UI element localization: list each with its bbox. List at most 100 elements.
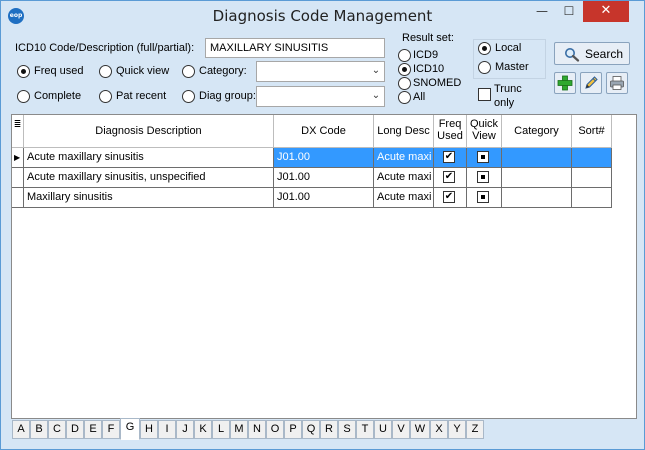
cell-sort[interactable] (572, 188, 612, 208)
quick-view-checkbox[interactable] (477, 171, 489, 183)
tab-y[interactable]: Y (448, 420, 466, 439)
cell-quick-view[interactable] (467, 168, 502, 188)
tab-a[interactable]: A (12, 420, 30, 439)
add-button[interactable] (554, 72, 576, 94)
diag-group-select[interactable]: ⌄ (256, 86, 385, 107)
cell-description[interactable]: Acute maxillary sinusitis, unspecified (24, 168, 274, 188)
col-header-category[interactable]: Category (502, 115, 572, 148)
tab-w[interactable]: W (410, 420, 430, 439)
close-button[interactable]: ✕ (583, 1, 629, 22)
chevron-down-icon: ⌄ (371, 90, 381, 101)
tab-m[interactable]: M (230, 420, 248, 439)
tab-u[interactable]: U (374, 420, 392, 439)
tab-h[interactable]: H (140, 420, 158, 439)
minimize-button[interactable]: — (529, 1, 555, 22)
snomed-label: SNOMED (413, 77, 462, 89)
icd9-radio[interactable] (398, 49, 411, 62)
freq-used-radio[interactable] (17, 65, 30, 78)
tab-v[interactable]: V (392, 420, 410, 439)
cell-dx-code[interactable]: J01.00 (274, 188, 374, 208)
category-radio[interactable] (182, 65, 195, 78)
tab-p[interactable]: P (284, 420, 302, 439)
tab-s[interactable]: S (338, 420, 356, 439)
print-button[interactable] (606, 72, 628, 94)
cell-sort[interactable] (572, 148, 612, 168)
col-header-freq-used[interactable]: Freq Used (434, 115, 467, 148)
all-label: All (413, 91, 426, 103)
tab-q[interactable]: Q (302, 420, 320, 439)
icd10-radio[interactable] (398, 63, 411, 76)
master-radio[interactable] (478, 61, 491, 74)
freq-used-label: Freq used (34, 65, 84, 77)
cell-dx-code[interactable]: J01.00 (274, 168, 374, 188)
row-selector-header[interactable]: ≣ (12, 115, 24, 148)
cell-long-desc[interactable]: Acute maxi (374, 148, 434, 168)
cell-category[interactable] (502, 168, 572, 188)
col-header-long-desc-label: Long Desc (377, 125, 430, 137)
tab-c[interactable]: C (48, 420, 66, 439)
cell-freq-used[interactable]: ✔ (434, 168, 467, 188)
diag-group-label: Diag group: (199, 90, 256, 102)
cell-long-desc[interactable]: Acute maxi (374, 188, 434, 208)
diagnosis-code-window: eop Diagnosis Code Management — ☐ ✕ ICD1… (0, 0, 645, 450)
cell-dx-code[interactable]: J01.00 (274, 148, 374, 168)
cell-description[interactable]: Maxillary sinusitis (24, 188, 274, 208)
tab-e[interactable]: E (84, 420, 102, 439)
tab-g[interactable]: G (120, 418, 140, 440)
freq-used-checkbox[interactable]: ✔ (443, 171, 455, 183)
cell-freq-used[interactable]: ✔ (434, 148, 467, 168)
tab-l[interactable]: L (212, 420, 230, 439)
col-header-sort[interactable]: Sort# (572, 115, 612, 148)
col-header-dx-code[interactable]: DX Code (274, 115, 374, 148)
tab-j[interactable]: J (176, 420, 194, 439)
cell-quick-view[interactable] (467, 148, 502, 168)
tab-o[interactable]: O (266, 420, 284, 439)
col-header-freq-used-line1: Freq (438, 118, 462, 130)
search-button-label: Search (585, 47, 624, 61)
cell-quick-view[interactable] (467, 188, 502, 208)
tab-f[interactable]: F (102, 420, 120, 439)
tab-x[interactable]: X (430, 420, 448, 439)
tab-r[interactable]: R (320, 420, 338, 439)
col-header-description[interactable]: Diagnosis Description (24, 115, 274, 148)
cell-category[interactable] (502, 188, 572, 208)
cell-freq-used[interactable]: ✔ (434, 188, 467, 208)
tab-n[interactable]: N (248, 420, 266, 439)
cell-long-desc[interactable]: Acute maxi (374, 168, 434, 188)
cell-category[interactable] (502, 148, 572, 168)
col-header-quick-view[interactable]: Quick View (467, 115, 502, 148)
maximize-button[interactable]: ☐ (556, 1, 582, 22)
local-radio[interactable] (478, 42, 491, 55)
tab-k[interactable]: K (194, 420, 212, 439)
cell-sort[interactable] (572, 168, 612, 188)
diag-group-radio[interactable] (182, 90, 195, 103)
tab-i[interactable]: I (158, 420, 176, 439)
all-radio[interactable] (398, 91, 411, 104)
trunc-label-2: only (494, 97, 515, 109)
freq-used-checkbox[interactable]: ✔ (443, 151, 455, 163)
complete-radio[interactable] (17, 90, 30, 103)
quick-view-radio[interactable] (99, 65, 112, 78)
search-button[interactable]: Search (554, 42, 630, 65)
master-label: Master (495, 61, 529, 73)
tab-t[interactable]: T (356, 420, 374, 439)
quick-view-checkbox[interactable] (477, 191, 489, 203)
pat-recent-radio[interactable] (99, 90, 112, 103)
quick-view-checkbox[interactable] (477, 151, 489, 163)
grid-menu-icon: ≣ (13, 119, 22, 129)
row-selector (12, 168, 24, 188)
snomed-radio[interactable] (398, 77, 411, 90)
freq-used-checkbox[interactable]: ✔ (443, 191, 455, 203)
edit-button[interactable] (580, 72, 602, 94)
tab-b[interactable]: B (30, 420, 48, 439)
trunc-only-checkbox[interactable] (478, 88, 491, 101)
magnifier-icon (565, 48, 580, 62)
category-select[interactable]: ⌄ (256, 61, 385, 82)
col-header-long-desc[interactable]: Long Desc (374, 115, 434, 148)
complete-label: Complete (34, 90, 82, 102)
tab-d[interactable]: D (66, 420, 84, 439)
tab-z[interactable]: Z (466, 420, 484, 439)
search-input[interactable]: MAXILLARY SINUSITIS (205, 38, 385, 58)
cell-description[interactable]: Acute maxillary sinusitis (24, 148, 274, 168)
local-label: Local (495, 42, 522, 54)
